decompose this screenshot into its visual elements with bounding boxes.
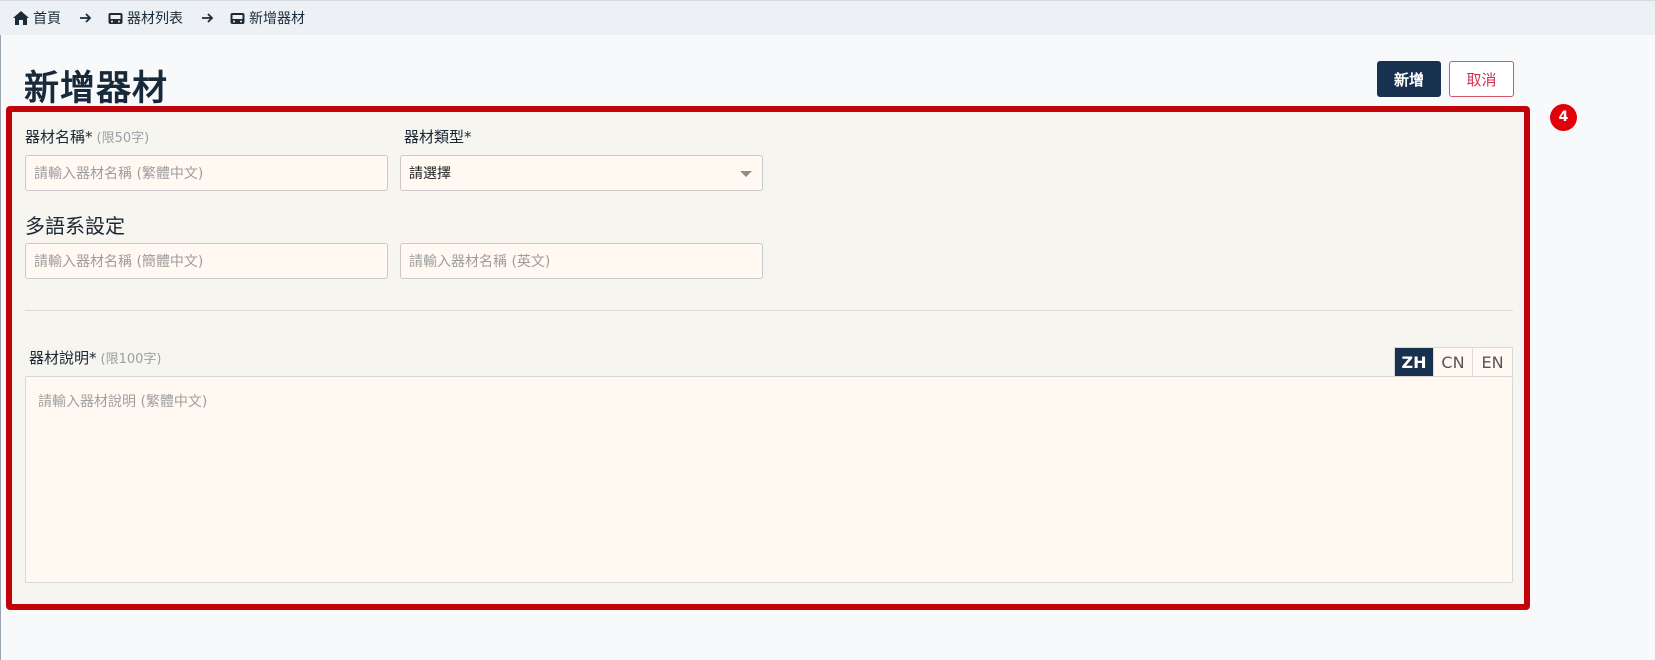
equipment-icon — [230, 12, 245, 25]
add-button[interactable]: 新增 — [1377, 61, 1441, 97]
i18n-section-title: 多語系設定 — [25, 214, 125, 238]
label-text: 器材說明* — [29, 349, 97, 367]
equipment-description-label: 器材說明* (限100字) — [29, 347, 161, 368]
breadcrumb-label: 器材列表 — [127, 11, 183, 27]
breadcrumb-label: 首頁 — [33, 11, 61, 27]
breadcrumb-equipment-list[interactable]: 器材列表 — [108, 8, 183, 28]
page-title: 新增器材 — [24, 69, 169, 109]
breadcrumb-add-equipment[interactable]: 新增器材 — [230, 8, 305, 28]
annotation-badge: 4 — [1550, 104, 1577, 131]
tab-zh[interactable]: ZH — [1395, 348, 1434, 376]
label-text: 器材類型* — [404, 128, 472, 146]
arrow-right-icon — [79, 12, 92, 24]
equipment-description-textarea[interactable]: 請輸入器材說明 (繁體中文) — [25, 376, 1513, 583]
equipment-icon — [108, 12, 123, 25]
equipment-name-cn-input[interactable]: 請輸入器材名稱 (簡體中文) — [25, 243, 388, 279]
equipment-name-label: 器材名稱* (限50字) — [25, 126, 149, 147]
tab-cn[interactable]: CN — [1434, 348, 1473, 376]
caret-down-icon — [740, 171, 752, 177]
label-hint: (限100字) — [100, 352, 162, 367]
select-value: 請選擇 — [409, 166, 451, 182]
equipment-type-label: 器材類型* — [404, 126, 472, 147]
equipment-name-zh-input[interactable]: 請輸入器材名稱 (繁體中文) — [25, 155, 388, 191]
breadcrumb-label: 新增器材 — [249, 11, 305, 27]
tab-en[interactable]: EN — [1473, 348, 1512, 376]
equipment-type-select[interactable]: 請選擇 — [400, 155, 763, 191]
breadcrumb: 首頁 器材列表 新增器材 — [0, 0, 1655, 35]
window-edge — [0, 0, 1, 660]
arrow-right-icon — [201, 12, 214, 24]
language-tabs: ZH CN EN — [1394, 347, 1513, 376]
label-text: 器材名稱* — [25, 128, 93, 146]
divider — [25, 310, 1513, 311]
equipment-name-en-input[interactable]: 請輸入器材名稱 (英文) — [400, 243, 763, 279]
cancel-button[interactable]: 取消 — [1449, 61, 1514, 97]
label-hint: (限50字) — [96, 131, 150, 146]
breadcrumb-home[interactable]: 首頁 — [13, 8, 61, 28]
home-icon — [13, 11, 29, 25]
